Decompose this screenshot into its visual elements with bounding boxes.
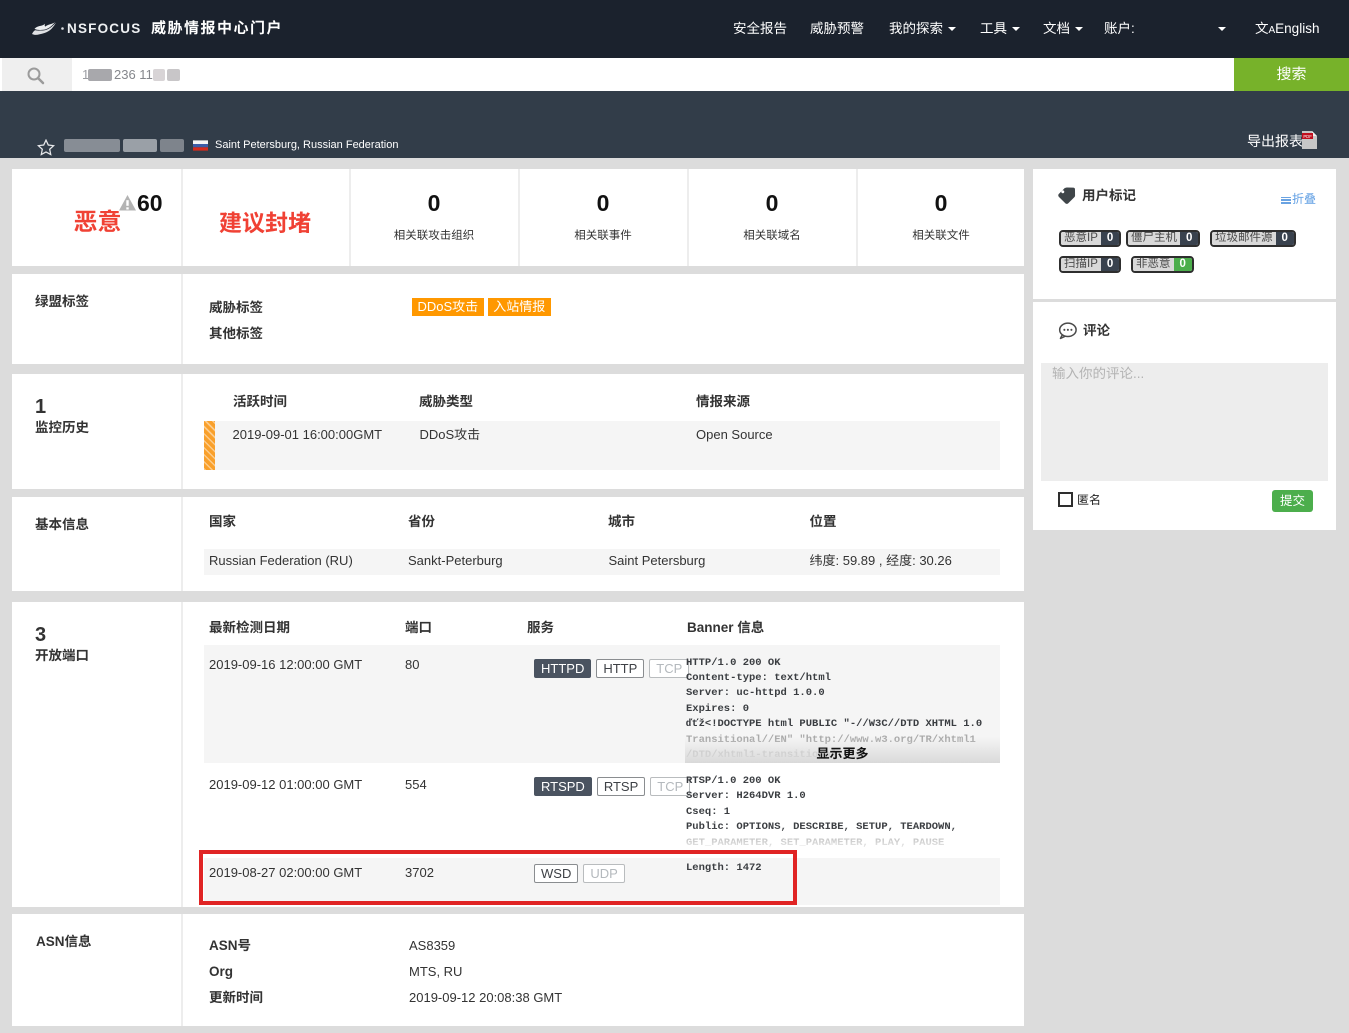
svg-text:PDF: PDF xyxy=(1303,134,1312,139)
